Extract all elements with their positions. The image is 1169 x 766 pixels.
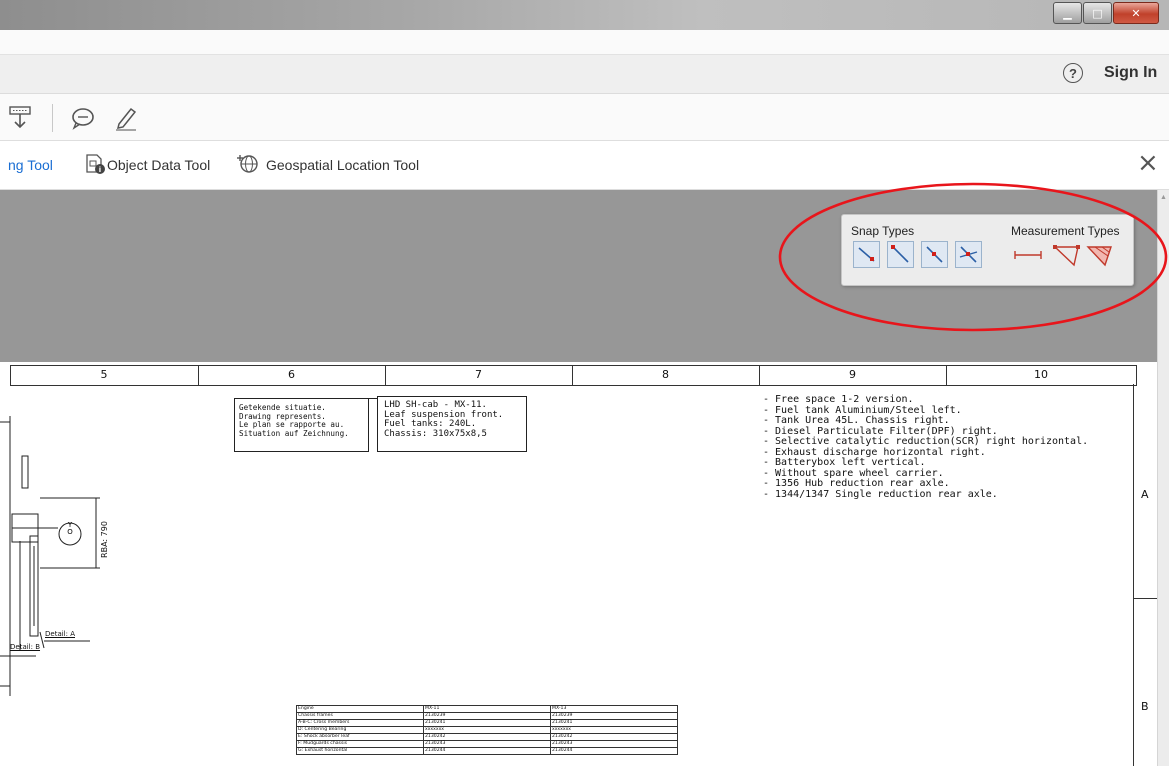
toolbar-divider — [52, 104, 53, 132]
ruler-cell: 8 — [662, 368, 669, 381]
help-icon[interactable]: ? — [1063, 63, 1083, 83]
chassis-drawing-fragment — [0, 416, 100, 696]
table-cell: F: Mudguards chassis — [296, 740, 424, 748]
vehicle-config-note: LHD SH-cab - MX-11. Leaf suspension fron… — [377, 396, 527, 452]
comment-icon[interactable] — [70, 106, 96, 130]
parts-table: Engine MX-11 MX-13 Chassis frames 213023… — [296, 705, 678, 755]
table-row: Chassis frames 2130239 2130239 — [296, 712, 678, 720]
table-cell: MX-13 — [550, 705, 678, 713]
table-cell: 2130241 — [550, 719, 678, 727]
geospatial-location-tool-label[interactable]: Geospatial Location Tool — [266, 157, 419, 173]
highlight-pen-icon[interactable] — [113, 104, 139, 132]
table-cell: 2130242 — [423, 733, 551, 741]
spec-line: - Free space 1-2 version. — [763, 394, 914, 405]
main-toolbar — [0, 94, 1169, 141]
drawing-represents-note: Getekende situatie. Drawing represents. … — [234, 398, 369, 452]
minimize-icon: ▁ — [1063, 6, 1072, 20]
detail-a-label: Detail: A — [45, 630, 75, 638]
table-cell: 2130242 — [550, 733, 678, 741]
symbol-label: Y O — [67, 521, 73, 536]
spec-line: - 1344/1347 Single reduction rear axle. — [763, 488, 998, 500]
table-row: Engine MX-11 MX-13 — [296, 705, 678, 713]
object-data-tool-icon[interactable]: i — [84, 153, 106, 175]
window-title-bar — [0, 0, 1169, 30]
note-line: Situation auf Zeichnung. — [239, 428, 349, 438]
close-window-button[interactable]: ✕ — [1113, 2, 1159, 24]
table-cell: 2130239 — [550, 712, 678, 720]
ruler-cell: 5 — [100, 368, 108, 381]
table-cell: Engine — [296, 705, 424, 713]
table-cell: 2130243 — [423, 740, 551, 748]
table-cell: E: Shock absorber leaf — [296, 733, 424, 741]
table-row: D: Centering Bearing xxxxxxx xxxxxxx — [296, 726, 678, 734]
table-cell: 2130241 — [423, 719, 551, 727]
maximize-icon: □ — [1092, 6, 1103, 20]
geospatial-location-icon[interactable] — [236, 153, 260, 175]
ruler-cell: 10 — [1034, 368, 1048, 381]
table-row: G: Exhaust horizontal 2130244 2130244 — [296, 747, 678, 755]
maximize-button[interactable]: □ — [1083, 2, 1112, 24]
spec-line: - Tank Urea 45L. Chassis right. — [763, 415, 950, 426]
table-row: F: Mudguards chassis 2130243 2130243 — [296, 740, 678, 748]
zone-label: A — [1141, 488, 1149, 501]
zone-label: B — [1141, 700, 1149, 713]
table-cell: 2130244 — [423, 747, 551, 755]
highlight-circle-annotation — [778, 182, 1168, 332]
table-cell: G: Exhaust horizontal — [296, 747, 424, 755]
specification-list: - Free space 1-2 version. - Fuel tank Al… — [763, 394, 1089, 500]
ruler-cell: 9 — [849, 368, 856, 381]
table-cell: 2130239 — [423, 712, 551, 720]
table-cell: xxxxxxx — [423, 726, 551, 734]
spec-line: - 1356 Hub reduction rear axle. — [763, 478, 950, 489]
table-cell: A-B-C: Cross members — [296, 719, 424, 727]
spec-line: - Selective catalytic reduction(SCR) rig… — [763, 436, 1089, 447]
measuring-tool-tab[interactable]: ng Tool — [8, 157, 53, 173]
top-bar — [0, 55, 1169, 94]
minimize-button[interactable]: ▁ — [1053, 2, 1082, 24]
spec-line: - Batterybox left vertical. — [763, 457, 926, 468]
table-cell: D: Centering Bearing — [296, 726, 424, 734]
table-cell: MX-11 — [423, 705, 551, 713]
object-data-tool-label[interactable]: Object Data Tool — [107, 157, 210, 173]
table-cell: Chassis frames — [296, 712, 424, 720]
sign-in-link[interactable]: Sign In — [1104, 64, 1157, 82]
dimension-label: RBA: 790 — [99, 521, 109, 558]
ruler-cell: 6 — [288, 368, 295, 381]
table-cell: 2130243 — [550, 740, 678, 748]
note-line: Chassis: 310x75x8,5 — [384, 428, 487, 439]
ruler-cell: 7 — [475, 368, 482, 381]
svg-text:i: i — [99, 166, 101, 174]
zone-divider — [1133, 598, 1157, 599]
menu-bar — [0, 30, 1169, 55]
table-row: A-B-C: Cross members 2130241 2130241 — [296, 719, 678, 727]
table-row: E: Shock absorber leaf 2130242 2130242 — [296, 733, 678, 741]
save-to-device-icon[interactable] — [8, 105, 32, 131]
close-icon: ✕ — [1131, 6, 1141, 20]
table-cell: xxxxxxx — [550, 726, 678, 734]
drawing-frame-border — [1133, 384, 1134, 766]
close-tools-button[interactable]: × — [1137, 150, 1159, 176]
ruler-divider — [1136, 365, 1137, 385]
detail-b-label: Detail: B — [10, 643, 41, 651]
window-controls: ▁ □ ✕ — [1052, 2, 1159, 24]
table-cell: 2130244 — [550, 747, 678, 755]
